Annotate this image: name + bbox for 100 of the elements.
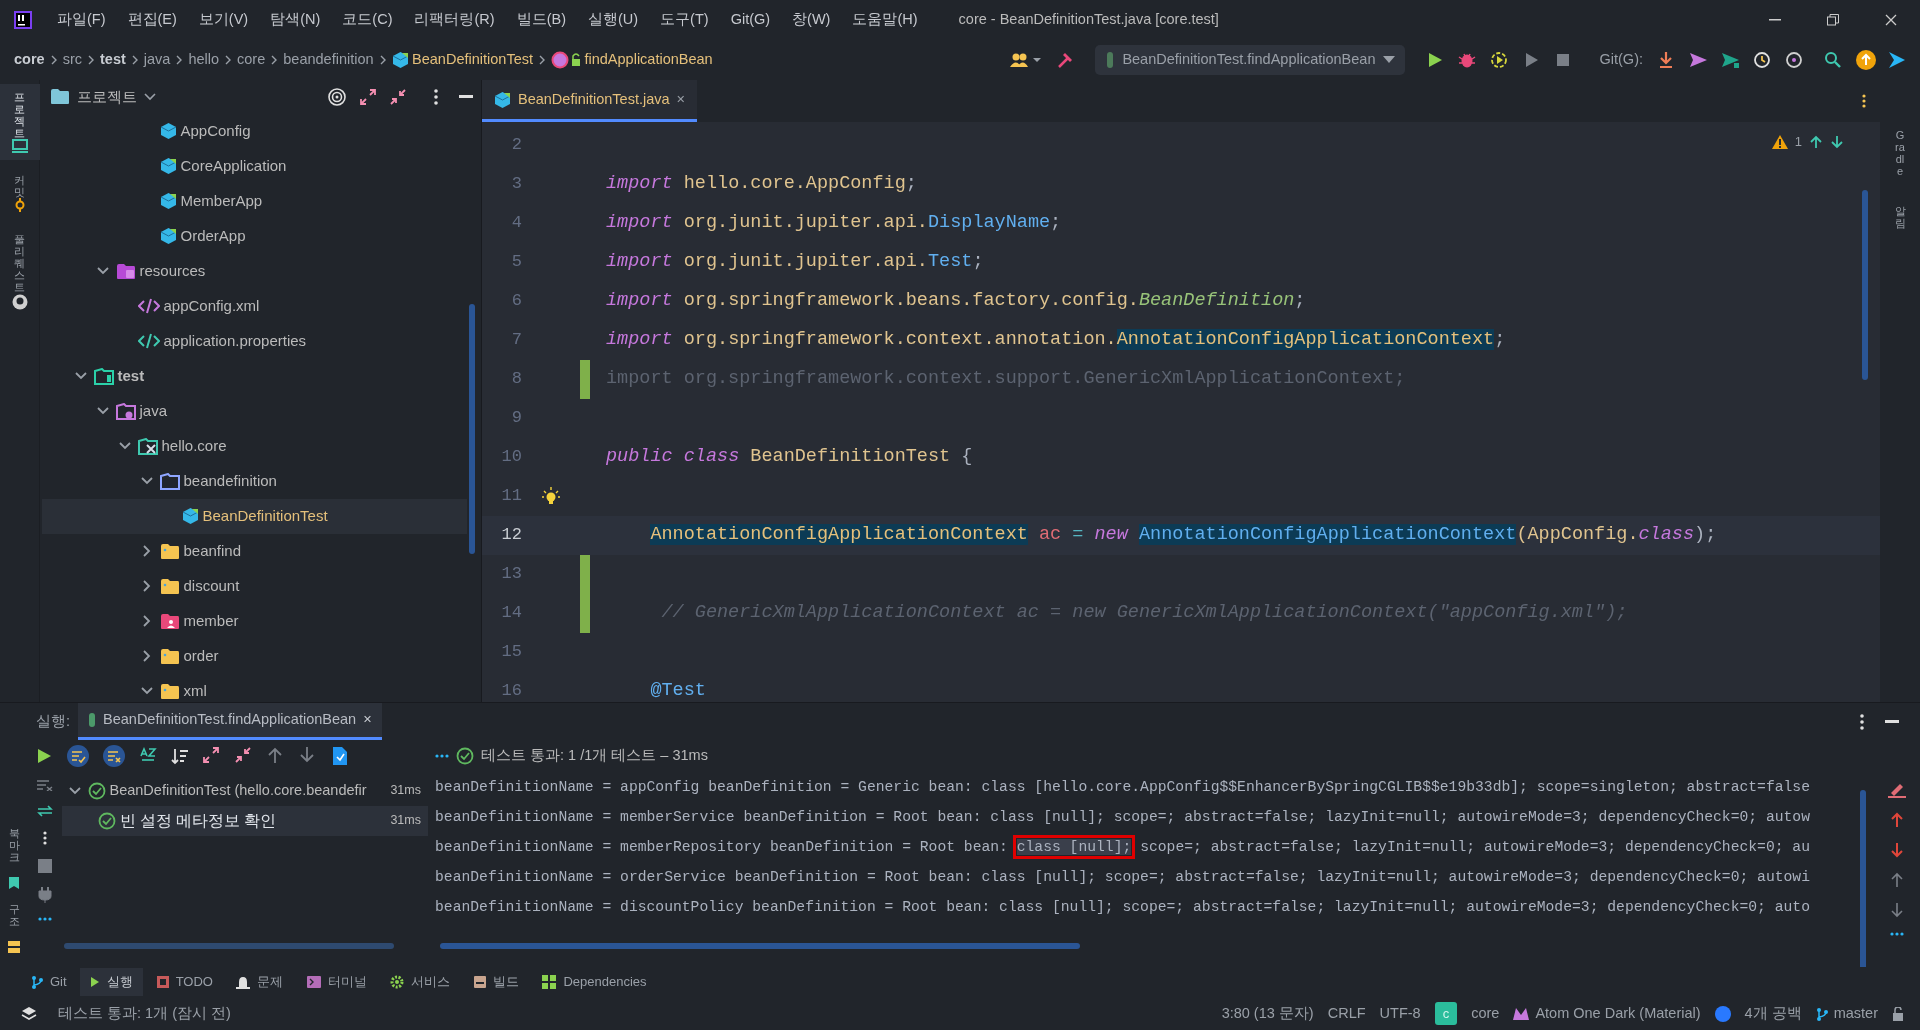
more-icon[interactable]	[435, 754, 449, 758]
tree-item[interactable]: appConfig.xml	[40, 288, 481, 324]
tree-item[interactable]: test	[40, 358, 481, 394]
plug-icon[interactable]	[38, 887, 52, 903]
result-row[interactable]: BeanDefinitionTest (hello.core.beandefir 31ms	[62, 775, 428, 806]
scrollbar[interactable]	[1862, 190, 1868, 380]
theme-name[interactable]: Atom One Dark (Material)	[1535, 1002, 1701, 1025]
encoding[interactable]: UTF-8	[1379, 1002, 1421, 1025]
change-marker[interactable]	[580, 593, 590, 633]
tool-window-tab[interactable]: 구조	[0, 895, 34, 934]
tree-item[interactable]: BeanDefinitionTest	[42, 498, 467, 534]
tree-item[interactable]: MemberApp	[40, 183, 481, 219]
arrow-down-icon[interactable]	[1830, 134, 1844, 149]
status-circle-icon[interactable]	[1714, 1005, 1731, 1022]
change-marker[interactable]	[580, 359, 590, 399]
breadcrumb[interactable]: src	[62, 49, 82, 71]
tree-item[interactable]: hello.core	[40, 428, 481, 464]
tool-window-tab[interactable]: 커밋	[14, 166, 25, 199]
history-icon[interactable]	[1753, 51, 1771, 69]
menu-item[interactable]: 리팩터링(R)	[403, 9, 506, 31]
send-locked-icon[interactable]	[1721, 51, 1739, 69]
export-icon[interactable]	[331, 747, 349, 765]
more-icon[interactable]	[1860, 713, 1864, 730]
minimize-icon[interactable]	[459, 94, 473, 99]
module-name[interactable]: core	[1471, 1002, 1500, 1025]
breadcrumb[interactable]: java	[143, 49, 171, 71]
bug-icon[interactable]	[1457, 51, 1476, 69]
tree-item[interactable]: order	[40, 638, 481, 674]
arrow-up-icon[interactable]	[1809, 134, 1823, 149]
restore-icon[interactable]	[1827, 14, 1839, 26]
close-icon[interactable]	[1885, 14, 1897, 26]
clear-icon[interactable]	[37, 779, 53, 791]
result-row[interactable]: 빈 설정 메타정보 확인 31ms	[62, 805, 428, 836]
more-icon[interactable]	[43, 831, 47, 845]
scrollbar[interactable]	[64, 943, 394, 949]
tool-window-tab[interactable]: 프로젝트	[14, 83, 25, 139]
tree-item[interactable]: member	[40, 603, 481, 639]
filter-passed-icon[interactable]	[67, 745, 89, 767]
expand-icon[interactable]	[203, 747, 221, 765]
editor-tab[interactable]: BeanDefinitionTest.java ×	[482, 80, 697, 122]
lightbulb-icon[interactable]	[542, 486, 560, 506]
line-ending[interactable]: CRLF	[1327, 1002, 1366, 1025]
indent-setting[interactable]: 4개 공백	[1744, 1002, 1802, 1025]
filter-ignored-icon[interactable]	[103, 745, 125, 767]
breadcrumb[interactable]: beandefinition	[283, 49, 374, 71]
target-icon[interactable]	[328, 87, 346, 106]
tool-window-tab[interactable]: 북마크	[0, 819, 34, 870]
menu-item[interactable]: 빌드(B)	[505, 9, 577, 31]
more-icon[interactable]	[434, 88, 438, 105]
caret-icon[interactable]	[144, 92, 156, 101]
breadcrumb[interactable]: BeanDefinitionTest	[412, 49, 533, 71]
collapse-icon[interactable]	[235, 747, 253, 765]
hammer-icon[interactable]	[1056, 51, 1075, 69]
menu-item[interactable]: 탐색(N)	[259, 9, 332, 31]
tool-window-tab[interactable]: 문제	[226, 968, 294, 996]
more-icon[interactable]	[1890, 932, 1904, 936]
tool-window-tab[interactable]: TODO	[146, 968, 223, 996]
arrow-down-icon[interactable]	[1890, 842, 1904, 858]
tool-window-tab[interactable]: Gradle	[1880, 122, 1920, 185]
tree-item[interactable]: discount	[40, 568, 481, 604]
more-icon[interactable]	[38, 917, 52, 921]
lock-icon[interactable]	[1892, 1006, 1906, 1021]
arrow-down-icon[interactable]	[299, 747, 317, 765]
arrow-logo-icon[interactable]	[1886, 50, 1907, 70]
tree-item[interactable]: resources	[40, 253, 481, 289]
scrollbar[interactable]	[440, 943, 1080, 949]
tool-window-tab[interactable]: 서비스	[380, 968, 461, 996]
breadcrumb[interactable]: hello	[188, 49, 220, 71]
people-icon[interactable]	[1010, 52, 1043, 68]
tree-item[interactable]: beandefinition	[40, 463, 481, 499]
download-icon[interactable]	[1657, 51, 1675, 69]
menu-item[interactable]: 편집(E)	[116, 9, 188, 31]
scrollbar[interactable]	[469, 303, 475, 554]
run-configuration-dropdown[interactable]: BeanDefinitionTest.findApplicationBean	[1095, 45, 1405, 75]
arrow-up-icon[interactable]	[1890, 872, 1904, 888]
breadcrumb[interactable]: core	[237, 49, 266, 71]
rollback-icon[interactable]	[1785, 51, 1803, 69]
breadcrumb[interactable]: findApplicationBean	[584, 49, 713, 71]
search-icon[interactable]	[1824, 51, 1842, 69]
more-icon[interactable]	[1862, 94, 1866, 108]
run-tab[interactable]: BeanDefinitionTest.findApplicationBean ×	[78, 703, 382, 740]
send-icon[interactable]	[1689, 51, 1707, 69]
expand-icon[interactable]	[360, 88, 376, 105]
breadcrumb[interactable]: core	[14, 49, 45, 71]
menu-item[interactable]: 도구(T)	[649, 9, 720, 31]
menu-item[interactable]: 보기(V)	[187, 9, 260, 31]
menu-item[interactable]: 코드(C)	[331, 9, 404, 31]
scrollbar[interactable]	[1860, 790, 1866, 967]
menu-item[interactable]: 도움말(H)	[841, 9, 929, 31]
menu-item[interactable]: Git(G)	[719, 9, 782, 31]
tool-window-tab[interactable]: Git	[21, 968, 77, 996]
tree-item[interactable]: beanfind	[40, 533, 481, 569]
git-branch[interactable]: master	[1833, 1002, 1878, 1025]
arrow-down-icon[interactable]	[1890, 902, 1904, 918]
arrow-up-icon[interactable]	[1890, 812, 1904, 828]
tree-item[interactable]: CoreApplication	[40, 148, 481, 184]
update-icon[interactable]	[1856, 50, 1876, 70]
tree-item[interactable]: application.properties	[40, 323, 481, 359]
menu-item[interactable]: 파일(F)	[46, 9, 117, 31]
tool-window-tab[interactable]: 풀 리퀘스트	[14, 226, 25, 294]
